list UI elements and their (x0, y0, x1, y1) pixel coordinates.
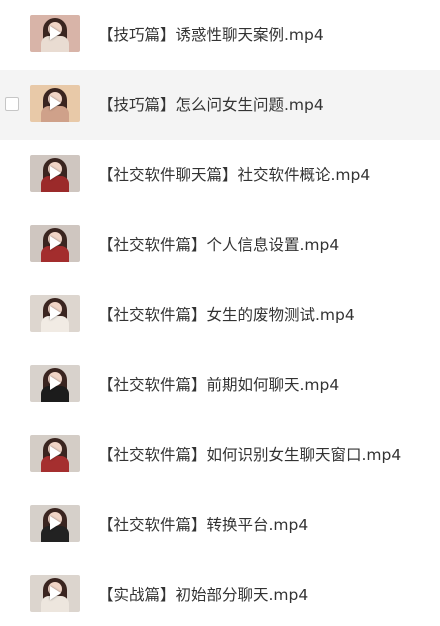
play-icon (50, 376, 61, 390)
file-name[interactable]: 【社交软件篇】个人信息设置.mp4 (98, 234, 339, 256)
play-icon (50, 586, 61, 600)
video-thumbnail[interactable] (30, 505, 80, 542)
video-thumbnail[interactable] (30, 575, 80, 612)
file-name[interactable]: 【社交软件篇】前期如何聊天.mp4 (98, 374, 339, 396)
play-icon (50, 306, 61, 320)
play-icon (50, 166, 61, 180)
file-row[interactable]: 【技巧篇】怎么问女生问题.mp4 (0, 70, 440, 140)
video-thumbnail[interactable] (30, 225, 80, 262)
file-row[interactable]: 【社交软件篇】转换平台.mp4 (0, 490, 440, 560)
video-thumbnail[interactable] (30, 15, 80, 52)
file-row[interactable]: 【社交软件篇】如何识别女生聊天窗口.mp4 (0, 420, 440, 490)
file-name[interactable]: 【社交软件篇】转换平台.mp4 (98, 514, 308, 536)
file-name[interactable]: 【社交软件聊天篇】社交软件概论.mp4 (98, 164, 370, 186)
file-name[interactable]: 【实战篇】初始部分聊天.mp4 (98, 584, 308, 606)
video-thumbnail[interactable] (30, 435, 80, 472)
play-icon (50, 516, 61, 530)
file-row[interactable]: 【社交软件聊天篇】社交软件概论.mp4 (0, 140, 440, 210)
play-icon (50, 446, 61, 460)
file-row[interactable]: 【技巧篇】诱惑性聊天案例.mp4 (0, 0, 440, 70)
video-thumbnail[interactable] (30, 155, 80, 192)
file-row[interactable]: 【社交软件篇】女生的废物测试.mp4 (0, 280, 440, 350)
play-icon (50, 96, 61, 110)
file-name[interactable]: 【技巧篇】诱惑性聊天案例.mp4 (98, 24, 324, 46)
file-name[interactable]: 【社交软件篇】如何识别女生聊天窗口.mp4 (98, 444, 401, 466)
play-icon (50, 236, 61, 250)
file-name[interactable]: 【社交软件篇】女生的废物测试.mp4 (98, 304, 355, 326)
video-thumbnail[interactable] (30, 365, 80, 402)
file-row[interactable]: 【社交软件篇】前期如何聊天.mp4 (0, 350, 440, 420)
video-thumbnail[interactable] (30, 85, 80, 122)
file-row[interactable]: 【实战篇】初始部分聊天.mp4 (0, 560, 440, 626)
file-row[interactable]: 【社交软件篇】个人信息设置.mp4 (0, 210, 440, 280)
video-thumbnail[interactable] (30, 295, 80, 332)
play-icon (50, 26, 61, 40)
row-checkbox[interactable] (5, 97, 19, 111)
file-list: 【技巧篇】诱惑性聊天案例.mp4 【技巧篇】怎么问女生问题.mp4 【社交软件聊天篇… (0, 0, 440, 626)
file-name[interactable]: 【技巧篇】怎么问女生问题.mp4 (98, 94, 324, 116)
